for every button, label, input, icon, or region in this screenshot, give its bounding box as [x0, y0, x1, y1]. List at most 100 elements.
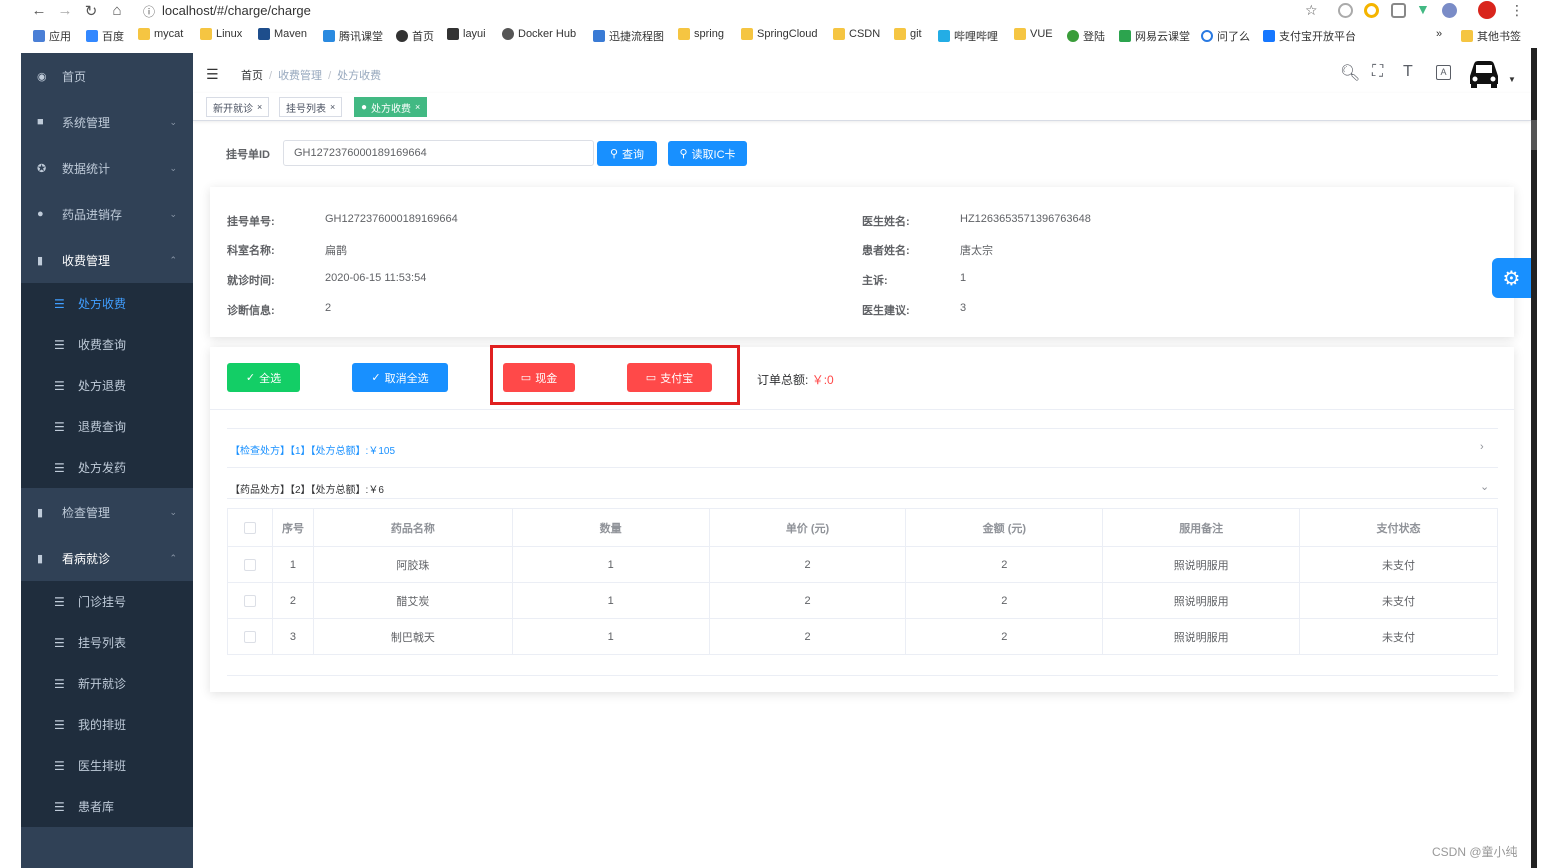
- bookmark-login[interactable]: 登陆: [1067, 28, 1105, 44]
- bookmark-alipay-open[interactable]: 支付宝开放平台: [1263, 28, 1356, 44]
- sidebar-item-prescription-refund[interactable]: ☰ 处方退费: [21, 365, 193, 406]
- tag-new-visit[interactable]: 新开就诊 ×: [206, 97, 270, 117]
- check-prescription-header[interactable]: 【检查处方】【1】【处方总额】:￥105: [230, 442, 395, 457]
- read-ic-card-button[interactable]: ⚲ 读取IC卡: [668, 141, 747, 166]
- sidebar-item-system[interactable]: ■ 系统管理 ⌄: [21, 99, 193, 145]
- forward-icon[interactable]: →: [56, 2, 74, 19]
- bookmark-mycat[interactable]: mycat: [138, 28, 183, 40]
- bookmark-springcloud[interactable]: SpringCloud: [741, 28, 818, 40]
- close-icon[interactable]: ×: [257, 102, 262, 112]
- search-icon[interactable]: 🔍︎: [1340, 63, 1360, 83]
- bookmark-apps[interactable]: 应用: [33, 28, 71, 44]
- checkbox[interactable]: [243, 630, 256, 643]
- bookmark-baidu[interactable]: 百度: [86, 28, 124, 44]
- hamburger-icon[interactable]: ☰: [206, 66, 219, 83]
- settings-button[interactable]: ⚙: [1492, 258, 1531, 298]
- bookmark-bilibili[interactable]: 哔哩哔哩: [938, 28, 998, 44]
- ext-icon-2[interactable]: [1442, 3, 1457, 18]
- table-cell: 2: [708, 546, 907, 583]
- caret-down-icon[interactable]: ▼: [1508, 75, 1516, 84]
- bookmark-linux[interactable]: Linux: [200, 28, 242, 40]
- bookmark-git[interactable]: git: [894, 28, 922, 40]
- shield-ext-icon[interactable]: [1391, 3, 1406, 18]
- bookmark-tencent-class[interactable]: 腾讯课堂: [323, 28, 383, 44]
- bookmark-maven[interactable]: Maven: [258, 28, 307, 40]
- sidebar-item-home[interactable]: ◉ 首页: [21, 53, 193, 99]
- breadcrumb-home[interactable]: 首页: [241, 70, 263, 82]
- bookmark-layui[interactable]: layui: [447, 28, 486, 40]
- close-icon[interactable]: ×: [330, 102, 335, 112]
- sidebar-item-my-schedule[interactable]: ☰ 我的排班: [21, 704, 193, 745]
- font-size-icon[interactable]: T: [1403, 63, 1413, 81]
- sidebar-item-statistics[interactable]: ✪ 数据统计 ⌄: [21, 145, 193, 191]
- select-all-checkbox-cell[interactable]: [227, 508, 273, 547]
- row-checkbox-cell[interactable]: [227, 546, 273, 583]
- advice-value: 3: [960, 302, 967, 314]
- checkbox[interactable]: [243, 521, 256, 534]
- sidebar-item-prescription-charge[interactable]: ☰ 处方收费: [21, 283, 193, 324]
- sidebar-item-register-list[interactable]: ☰ 挂号列表: [21, 622, 193, 663]
- drug-prescription-header[interactable]: 【药品处方】【2】【处方总额】:￥6: [230, 481, 384, 496]
- select-all-button[interactable]: ✓ 全选: [227, 363, 300, 392]
- close-icon[interactable]: ×: [415, 102, 420, 112]
- sidebar-item-drug-inventory[interactable]: ● 药品进销存 ⌄: [21, 191, 193, 237]
- sidebar-item-charge-query[interactable]: ☰ 收费查询: [21, 324, 193, 365]
- drug-table: 序号 药品名称 数量 单价 (元) 金额 (元) 服用备注 支付状态 1 阿胶珠…: [227, 508, 1498, 655]
- bookmark-home[interactable]: 首页: [396, 28, 434, 44]
- column-header: 支付状态: [1299, 508, 1498, 547]
- kebab-menu-icon[interactable]: ⋮: [1510, 2, 1524, 19]
- flowchart-icon: [593, 30, 605, 42]
- reload-icon[interactable]: ↻: [82, 2, 100, 20]
- sidebar-item-outpatient-register[interactable]: ☰ 门诊挂号: [21, 581, 193, 622]
- translate-icon[interactable]: A: [1436, 65, 1451, 80]
- sidebar-item-charge[interactable]: ▮ 收费管理 ⌃: [21, 237, 193, 283]
- bookmark-flowchart[interactable]: 迅捷流程图: [593, 28, 664, 44]
- registration-id-input[interactable]: [283, 140, 594, 166]
- bookmark-vue[interactable]: VUE: [1014, 28, 1053, 40]
- login-icon: [1067, 30, 1079, 42]
- profile-avatar-icon[interactable]: [1478, 1, 1496, 19]
- sidebar-item-doctor-schedule[interactable]: ☰ 医生排班: [21, 745, 193, 786]
- tag-register-list[interactable]: 挂号列表 ×: [279, 97, 343, 117]
- bookmarks-overflow[interactable]: »: [1436, 28, 1442, 40]
- sidebar-item-inspection[interactable]: ▮ 检查管理 ⌄: [21, 489, 193, 535]
- star-icon[interactable]: ☆: [1305, 2, 1318, 19]
- folder-icon: [138, 28, 150, 40]
- home-icon[interactable]: ⌂: [108, 2, 126, 19]
- sidebar-item-visit[interactable]: ▮ 看病就诊 ⌃: [21, 535, 193, 581]
- bookmark-csdn[interactable]: CSDN: [833, 28, 880, 40]
- chevron-down-icon[interactable]: ⌄: [1480, 480, 1489, 493]
- row-checkbox-cell[interactable]: [227, 618, 273, 655]
- row-checkbox-cell[interactable]: [227, 582, 273, 619]
- checkbox[interactable]: [243, 594, 256, 607]
- sidebar-item-patient-library[interactable]: ☰ 患者库: [21, 786, 193, 827]
- scrollbar-thumb[interactable]: [1531, 120, 1537, 150]
- table-row[interactable]: 3 制巴戟天 1 2 2 照说明服用 未支付: [227, 618, 1498, 655]
- query-button[interactable]: ⚲ 查询: [597, 141, 657, 166]
- fullscreen-icon[interactable]: ⛶: [1372, 63, 1383, 81]
- avatar[interactable]: [1466, 56, 1502, 90]
- bookmark-other[interactable]: 其他书签: [1461, 28, 1521, 44]
- cancel-select-all-button[interactable]: ✓ 取消全选: [352, 363, 448, 392]
- tag-prescription-charge[interactable]: ● 处方收费 ×: [354, 97, 428, 117]
- chrome-extension-icon[interactable]: [1364, 3, 1379, 18]
- back-icon[interactable]: ←: [30, 2, 48, 19]
- sidebar-item-dispense[interactable]: ☰ 处方发药: [21, 447, 193, 488]
- info-icon[interactable]: ⓘ: [143, 3, 155, 20]
- table-row[interactable]: 2 醋艾炭 1 2 2 照说明服用 未支付: [227, 582, 1498, 619]
- bookmark-dockerhub[interactable]: Docker Hub: [502, 28, 576, 40]
- extension-icon[interactable]: [1338, 3, 1353, 18]
- bookmark-spring[interactable]: spring: [678, 28, 724, 40]
- url-bar[interactable]: localhost/#/charge/charge: [162, 3, 311, 18]
- bookmark-163-class[interactable]: 网易云课堂: [1119, 28, 1190, 44]
- bookmark-wenleme[interactable]: 问了么: [1201, 28, 1250, 44]
- table-row[interactable]: 1 阿胶珠 1 2 2 照说明服用 未支付: [227, 546, 1498, 583]
- checkbox[interactable]: [243, 558, 256, 571]
- bookmarks-bar: 应用 百度 mycat Linux Maven 腾讯课堂 首页 layui Do…: [0, 28, 1547, 46]
- scrollbar-track[interactable]: [1531, 48, 1537, 868]
- sidebar-item-refund-query[interactable]: ☰ 退费查询: [21, 406, 193, 447]
- sidebar-item-new-visit[interactable]: ☰ 新开就诊: [21, 663, 193, 704]
- chart-icon: ✪: [37, 162, 47, 175]
- chevron-right-icon[interactable]: ›: [1480, 441, 1484, 453]
- vue-devtools-icon[interactable]: ▼: [1416, 1, 1430, 17]
